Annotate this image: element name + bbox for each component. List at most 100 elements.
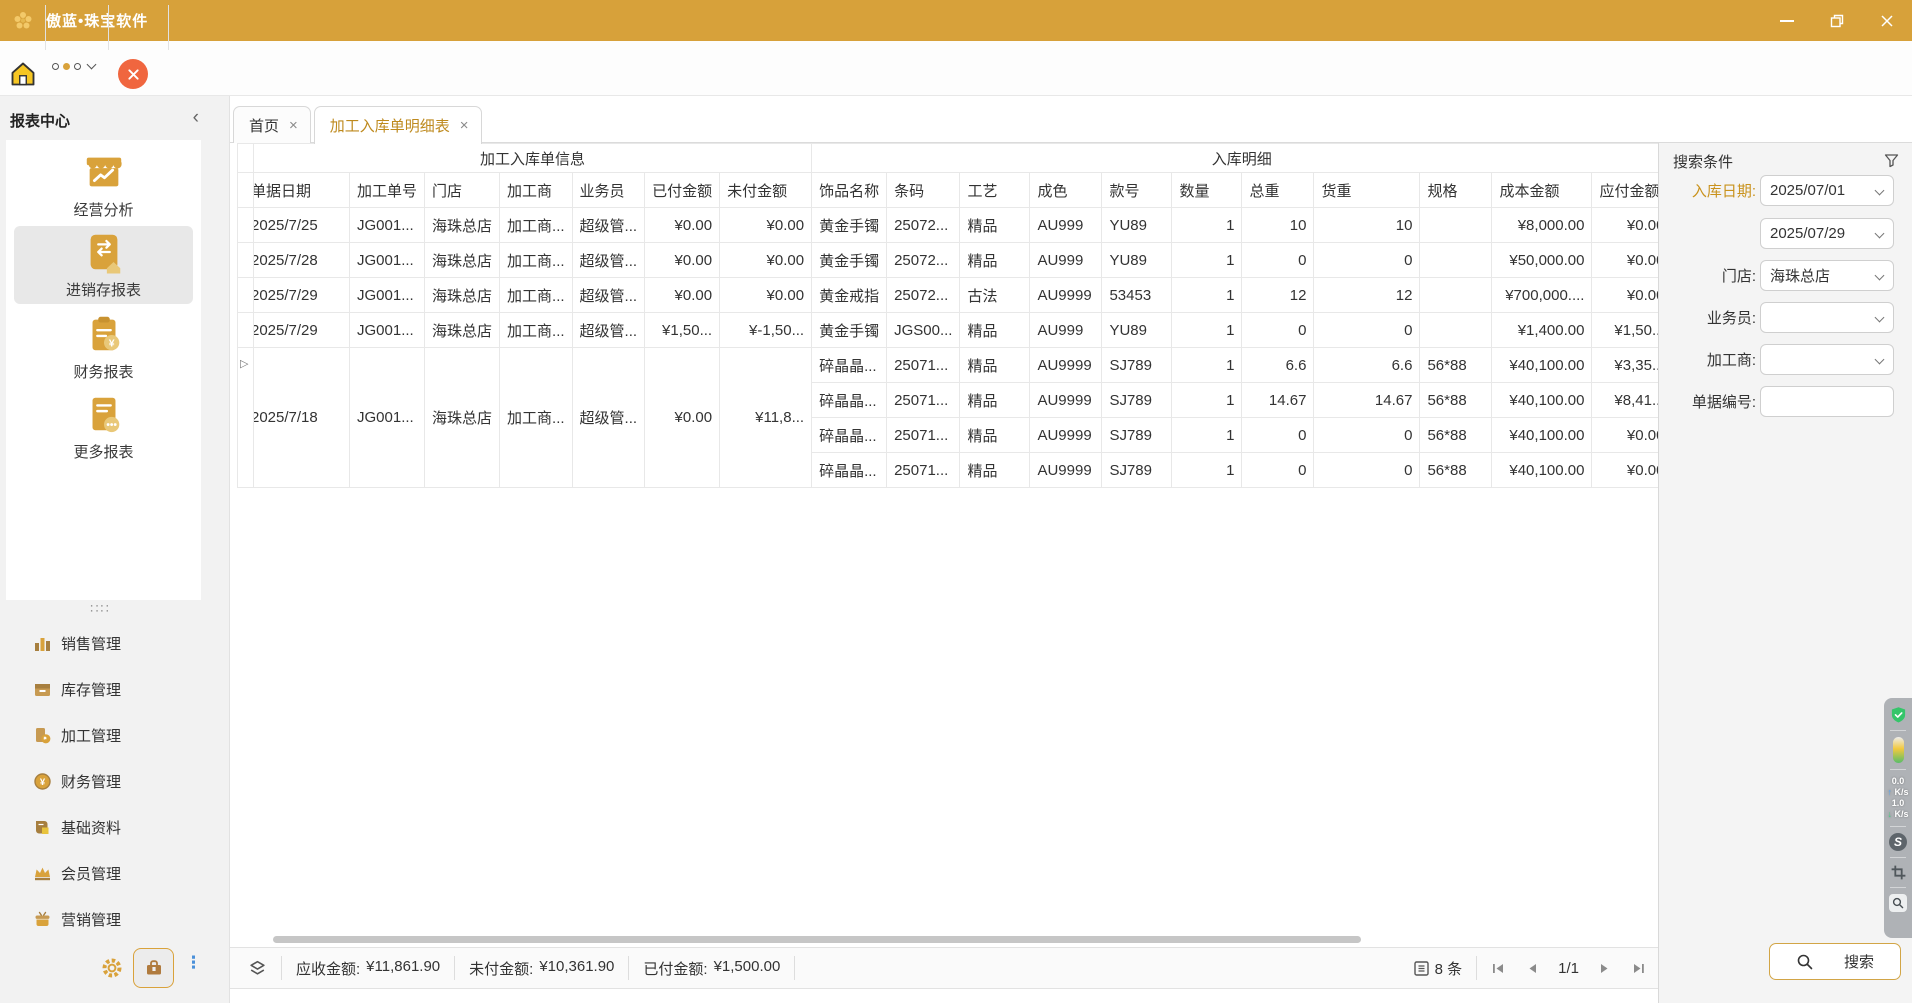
close-button[interactable] [1862, 0, 1912, 41]
sidebar-menu-item[interactable]: 销售管理 [0, 620, 229, 666]
document-number-input[interactable] [1770, 393, 1884, 410]
filter-select[interactable]: 2025/07/01 [1760, 175, 1894, 206]
column-header[interactable]: 总重 [1242, 173, 1314, 208]
filter-select[interactable] [1760, 344, 1894, 375]
table-cell: 黄金手镯 [812, 313, 887, 348]
toolbox-button[interactable] [133, 948, 174, 988]
column-header[interactable]: 规格 [1420, 173, 1492, 208]
column-header[interactable]: 业务员 [572, 173, 645, 208]
search-field-row: 业务员: [1659, 301, 1912, 333]
minimize-icon [1780, 20, 1794, 22]
sidebar-report-item[interactable]: 经营分析 [14, 146, 193, 224]
table-row[interactable]: ▷2025/7/18JG001...海珠总店加工商...超级管...¥0.00¥… [238, 348, 1672, 383]
sidebar-report-item[interactable]: ¥财务报表 [14, 308, 193, 386]
tab-close-icon[interactable]: × [289, 117, 298, 134]
restore-button[interactable] [1812, 0, 1862, 41]
last-page-button[interactable] [1631, 962, 1646, 975]
column-header[interactable]: 工艺 [960, 173, 1030, 208]
column-header[interactable]: 饰品名称 [812, 173, 887, 208]
status-separator [628, 956, 629, 980]
sidebar-report-item-label: 经营分析 [73, 199, 133, 220]
table-cell: 6.6 [1314, 348, 1420, 383]
table-cell: YU89 [1102, 243, 1172, 278]
report-center-panel: 经营分析进销存报表¥财务报表更多报表 [6, 140, 201, 600]
column-header[interactable]: 未付金额 [720, 173, 812, 208]
column-header[interactable]: 成本金额 [1492, 173, 1592, 208]
summary-layers-icon[interactable] [248, 959, 267, 978]
sidebar-menu-item-label: 营销管理 [61, 909, 121, 930]
column-header[interactable]: 加工商 [500, 173, 573, 208]
table-cell: 1 [1172, 313, 1242, 348]
gutter-cell [238, 208, 254, 243]
home-icon[interactable] [9, 60, 37, 88]
sidebar-menu-item[interactable]: 加工管理 [0, 712, 229, 758]
splitter-handle[interactable]: ∷∷ [0, 601, 201, 617]
chevron-down-icon [1875, 185, 1885, 195]
collapse-row-arrow[interactable]: ▷ [240, 357, 248, 370]
screenshot-crop-icon[interactable] [1890, 864, 1907, 881]
gutter-cell [238, 173, 254, 208]
table-cell: 25071... [887, 418, 960, 453]
column-header[interactable]: 加工单号 [350, 173, 425, 208]
table-row[interactable]: 2025/7/29JG001...海珠总店加工商...超级管...¥1,50..… [238, 313, 1672, 348]
column-header[interactable]: 门店 [425, 173, 500, 208]
settings-gear-icon[interactable] [100, 956, 124, 980]
table-cell: 海珠总店 [425, 348, 500, 488]
filter-funnel-icon[interactable] [1884, 153, 1899, 168]
table-cell: ¥0.00 [720, 208, 812, 243]
table-group-header-row: 加工入库单信息入库明细 [238, 144, 1672, 173]
table-cell: ¥1,400.00 [1492, 313, 1592, 348]
table-cell: 1 [1172, 208, 1242, 243]
tab[interactable]: 首页× [233, 106, 311, 143]
sidebar-report-item-label: 财务报表 [73, 361, 133, 382]
filter-select[interactable]: 2025/07/29 [1760, 218, 1894, 249]
table-row[interactable]: 2025/7/25JG001...海珠总店加工商...超级管...¥0.00¥0… [238, 208, 1672, 243]
gutter-cell [238, 278, 254, 313]
sidebar-report-item[interactable]: 进销存报表 [14, 226, 193, 304]
toolbar-separator [108, 5, 109, 50]
table-cell: ¥0.00 [720, 243, 812, 278]
input-method-icon[interactable]: S [1889, 833, 1907, 851]
sidebar-menu-item[interactable]: 会员管理 [0, 850, 229, 896]
column-header[interactable]: 货重 [1314, 173, 1420, 208]
chevron-down-icon [1875, 270, 1885, 280]
close-tab-button[interactable] [118, 59, 148, 89]
column-header[interactable]: 款号 [1102, 173, 1172, 208]
sidebar-collapse-button[interactable]: ‹ [193, 108, 199, 127]
sidebar-menu-item[interactable]: 库存管理 [0, 666, 229, 712]
more-actions-button[interactable] [52, 52, 100, 80]
filter-select[interactable]: 海珠总店 [1760, 260, 1894, 291]
filter-select-value: 2025/07/29 [1770, 225, 1845, 242]
record-count: 8 条 [1413, 958, 1463, 979]
search-tool-icon[interactable] [1889, 894, 1907, 912]
prev-page-button[interactable] [1526, 962, 1538, 975]
more-options-icon[interactable]: ⋮ [185, 953, 202, 973]
column-header[interactable]: 数量 [1172, 173, 1242, 208]
filter-input[interactable] [1760, 386, 1894, 417]
search-button[interactable]: 搜索 [1769, 943, 1901, 980]
tab[interactable]: 加工入库单明细表× [314, 106, 482, 144]
divider [1890, 730, 1906, 731]
tab-close-icon[interactable]: × [460, 117, 469, 134]
status-separator [794, 956, 795, 980]
table-cell: 25071... [887, 453, 960, 488]
shield-check-icon[interactable] [1890, 706, 1907, 724]
column-header[interactable]: 已付金额 [645, 173, 720, 208]
next-page-button[interactable] [1599, 962, 1611, 975]
column-header[interactable]: 成色 [1030, 173, 1102, 208]
table-row[interactable]: 2025/7/28JG001...海珠总店加工商...超级管...¥0.00¥0… [238, 243, 1672, 278]
table-row[interactable]: 2025/7/29JG001...海珠总店加工商...超级管...¥0.00¥0… [238, 278, 1672, 313]
sidebar-menu-item[interactable]: 基础资料 [0, 804, 229, 850]
column-header[interactable]: 条码 [887, 173, 960, 208]
column-header[interactable]: 单据日期 [254, 173, 350, 208]
first-page-button[interactable] [1491, 962, 1506, 975]
status-pill-icon[interactable] [1893, 737, 1904, 763]
horizontal-scrollbar[interactable] [273, 936, 1361, 943]
minimize-button[interactable] [1762, 0, 1812, 41]
gutter-cell [238, 144, 254, 173]
sidebar-menu-item[interactable]: 营销管理 [0, 896, 229, 942]
app-logo-icon [12, 10, 34, 32]
sidebar-menu-item[interactable]: ¥财务管理 [0, 758, 229, 804]
sidebar-report-item[interactable]: 更多报表 [14, 388, 193, 466]
filter-select[interactable] [1760, 302, 1894, 333]
